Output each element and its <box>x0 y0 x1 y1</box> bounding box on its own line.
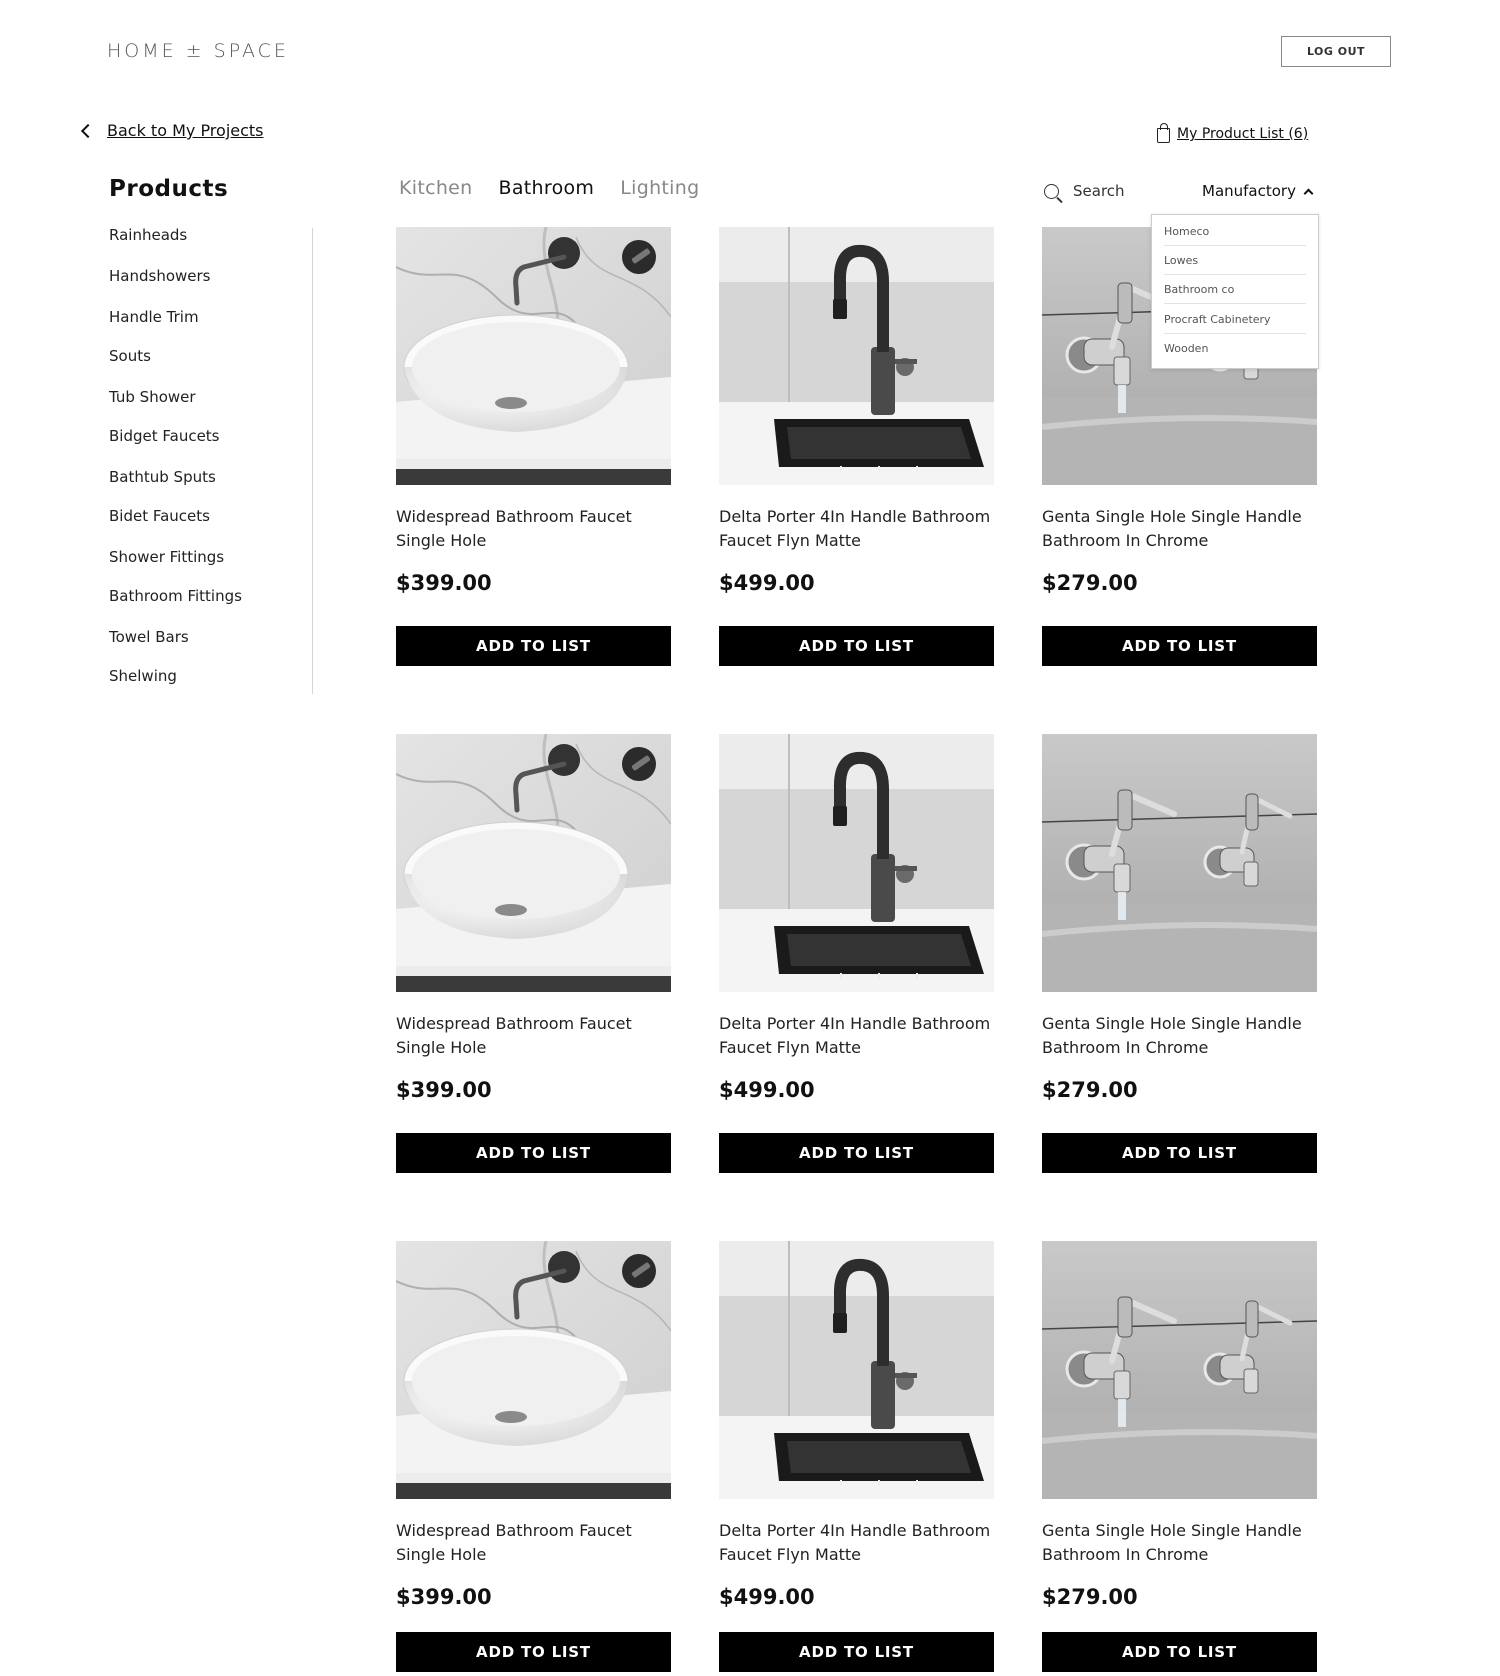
dropdown-option-lowes[interactable]: Lowes <box>1164 246 1306 275</box>
sidebar-item-souts[interactable]: Souts <box>109 347 151 365</box>
manufactory-filter-label: Manufactory <box>1202 182 1296 200</box>
product-name[interactable]: Widespread Bathroom Faucet Single Hole <box>396 505 686 553</box>
sidebar-item-handle-trim[interactable]: Handle Trim <box>109 308 199 326</box>
search-placeholder: Search <box>1073 182 1125 200</box>
tab-bathroom[interactable]: Bathroom <box>499 177 595 199</box>
product-name[interactable]: Widespread Bathroom Faucet Single Hole <box>396 1012 686 1060</box>
product-price: $279.00 <box>1042 1585 1138 1609</box>
product-name[interactable]: Delta Porter 4In Handle Bathroom Faucet … <box>719 1012 1009 1060</box>
tab-kitchen[interactable]: Kitchen <box>399 177 473 199</box>
dropdown-option-homeco[interactable]: Homeco <box>1164 217 1306 246</box>
add-to-list-button[interactable]: ADD TO LIST <box>719 626 994 666</box>
add-to-list-button[interactable]: ADD TO LIST <box>1042 1632 1317 1672</box>
sidebar-item-towel-bars[interactable]: Towel Bars <box>109 628 189 646</box>
product-price: $499.00 <box>719 1078 815 1102</box>
sidebar-item-bidet-faucets[interactable]: Bidet Faucets <box>109 507 210 525</box>
search-field[interactable]: Search <box>1044 182 1125 200</box>
search-icon <box>1044 183 1059 199</box>
product-price: $499.00 <box>719 1585 815 1609</box>
product-price: $499.00 <box>719 571 815 595</box>
category-tabs: Kitchen Bathroom Lighting <box>399 177 699 199</box>
product-name[interactable]: Genta Single Hole Single Handle Bathroom… <box>1042 1519 1332 1567</box>
add-to-list-button[interactable]: ADD TO LIST <box>719 1632 994 1672</box>
product-name[interactable]: Genta Single Hole Single Handle Bathroom… <box>1042 1012 1332 1060</box>
back-to-projects-link[interactable]: Back to My Projects <box>80 121 264 140</box>
sidebar-item-shower-fittings[interactable]: Shower Fittings <box>109 548 224 566</box>
product-image[interactable] <box>396 734 671 992</box>
product-price: $399.00 <box>396 571 492 595</box>
product-image[interactable] <box>719 227 994 485</box>
product-price: $399.00 <box>396 1585 492 1609</box>
add-to-list-button[interactable]: ADD TO LIST <box>396 626 671 666</box>
product-name[interactable]: Widespread Bathroom Faucet Single Hole <box>396 1519 686 1567</box>
manufactory-dropdown: Homeco Lowes Bathroom co Procraft Cabine… <box>1151 214 1319 369</box>
dropdown-option-wooden[interactable]: Wooden <box>1164 334 1306 363</box>
back-link-label: Back to My Projects <box>107 121 264 140</box>
chevron-up-icon <box>1303 188 1314 198</box>
brand-logo: HOME ± SPACE <box>107 40 289 62</box>
product-image[interactable] <box>719 734 994 992</box>
product-list-label: My Product List (6) <box>1177 126 1309 142</box>
dropdown-option-procraft-cabinetery[interactable]: Procraft Cabinetery <box>1164 305 1306 334</box>
product-price: $279.00 <box>1042 1078 1138 1102</box>
product-price: $399.00 <box>396 1078 492 1102</box>
add-to-list-button[interactable]: ADD TO LIST <box>396 1133 671 1173</box>
add-to-list-button[interactable]: ADD TO LIST <box>1042 626 1317 666</box>
product-name[interactable]: Delta Porter 4In Handle Bathroom Faucet … <box>719 505 1009 553</box>
tab-lighting[interactable]: Lighting <box>620 177 699 199</box>
add-to-list-button[interactable]: ADD TO LIST <box>1042 1133 1317 1173</box>
product-image[interactable] <box>396 1241 671 1499</box>
logout-button[interactable]: LOG OUT <box>1281 36 1391 67</box>
sidebar-item-tub-shower[interactable]: Tub Shower <box>109 388 196 406</box>
chevron-left-icon <box>80 123 96 139</box>
product-image[interactable] <box>719 1241 994 1499</box>
product-image[interactable] <box>1042 1241 1317 1499</box>
product-name[interactable]: Genta Single Hole Single Handle Bathroom… <box>1042 505 1332 553</box>
sidebar-divider <box>312 228 313 694</box>
sidebar-item-rainheads[interactable]: Rainheads <box>109 226 187 244</box>
product-image[interactable] <box>396 227 671 485</box>
add-to-list-button[interactable]: ADD TO LIST <box>396 1632 671 1672</box>
sidebar-item-bathtub-sputs[interactable]: Bathtub Sputs <box>109 468 216 486</box>
sidebar-item-shelwing[interactable]: Shelwing <box>109 667 177 685</box>
add-to-list-button[interactable]: ADD TO LIST <box>719 1133 994 1173</box>
sidebar-item-bathroom-fittings[interactable]: Bathroom Fittings <box>109 587 242 605</box>
dropdown-option-bathroom-co[interactable]: Bathroom co <box>1164 275 1306 304</box>
sidebar-item-bidget-faucets[interactable]: Bidget Faucets <box>109 427 220 445</box>
product-price: $279.00 <box>1042 571 1138 595</box>
product-image[interactable] <box>1042 734 1317 992</box>
sidebar-item-handshowers[interactable]: Handshowers <box>109 267 210 285</box>
my-product-list-link[interactable]: My Product List (6) <box>1157 123 1309 143</box>
product-name[interactable]: Delta Porter 4In Handle Bathroom Faucet … <box>719 1519 1009 1567</box>
sidebar-title: Products <box>109 176 229 202</box>
manufactory-filter-toggle[interactable]: Manufactory <box>1202 182 1314 200</box>
shopping-bag-icon <box>1157 123 1170 143</box>
